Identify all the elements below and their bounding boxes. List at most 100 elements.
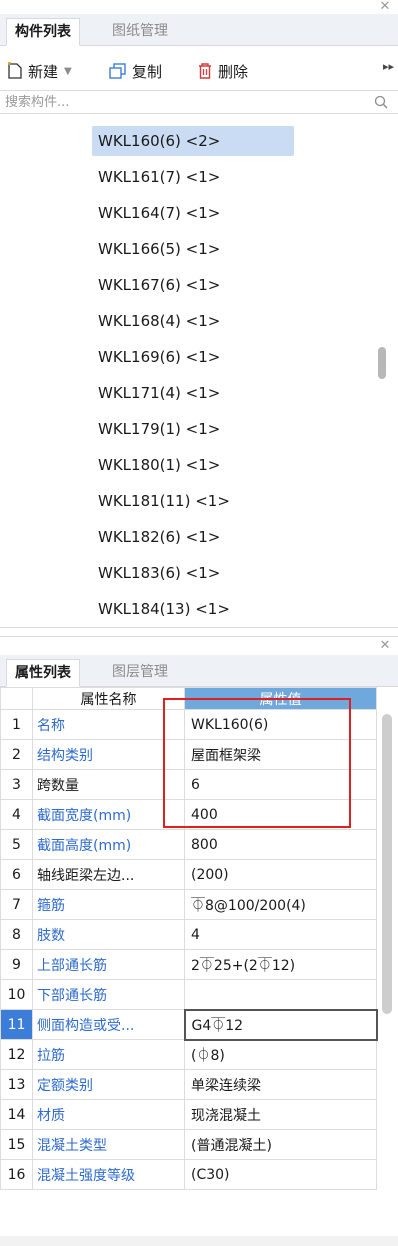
property-name: 截面高度(mm) <box>32 829 185 860</box>
table-row[interactable]: 13 定额类别 单梁连续梁 <box>0 1069 377 1100</box>
status-strip <box>0 1236 398 1246</box>
delete-button-label: 删除 <box>218 62 249 81</box>
row-number: 3 <box>0 769 33 800</box>
row-number: 13 <box>0 1069 33 1100</box>
property-name: 侧面构造或受... <box>32 1009 185 1040</box>
copy-button[interactable]: 复制 <box>108 58 162 84</box>
component-list: WKL160(6) <2> WKL161(7) <1> WKL164(7) <1… <box>0 118 398 626</box>
property-name: 轴线距梁左边... <box>32 859 185 890</box>
search-icon[interactable] <box>374 95 388 109</box>
property-name: 下部通长筋 <box>32 979 185 1010</box>
trash-icon <box>199 63 211 79</box>
close-icon[interactable]: ✕ <box>378 639 392 653</box>
table-row[interactable]: 10 下部通长筋 <box>0 979 377 1010</box>
property-value-editor[interactable]: G4⏁12 <box>183 1008 378 1041</box>
component-list-panel: ✕ 构件列表 图纸管理 新建 ▼ 复制 删除 ▸▸ 搜索构件... WKL160… <box>0 0 398 628</box>
property-value[interactable]: 现浇混凝土 <box>184 1099 377 1130</box>
table-row[interactable]: 16 混凝土强度等级 (C30) <box>0 1159 377 1190</box>
table-row[interactable]: 9 上部通长筋 2⏁25+(2⏁12) <box>0 949 377 980</box>
copy-button-label: 复制 <box>132 62 163 81</box>
table-row[interactable]: 5 截面高度(mm) 800 <box>0 829 377 860</box>
table-row[interactable]: 7 箍筋 ⏁8@100/200(4) <box>0 889 377 920</box>
property-value[interactable] <box>184 979 377 1010</box>
property-scrollbar[interactable] <box>382 714 392 1014</box>
property-value[interactable]: (C30) <box>184 1159 377 1190</box>
property-name: 混凝土强度等级 <box>32 1159 185 1190</box>
copy-icon <box>109 63 126 79</box>
property-name: 截面宽度(mm) <box>32 799 185 830</box>
row-number: 2 <box>0 739 33 770</box>
row-number: 15 <box>0 1129 33 1160</box>
list-item[interactable]: WKL166(5) <1> <box>92 234 226 264</box>
component-search <box>0 90 398 114</box>
row-number: 6 <box>0 859 33 890</box>
property-name-header: 属性名称 <box>32 687 185 710</box>
row-number: 9 <box>0 949 33 980</box>
row-number: 16 <box>0 1159 33 1190</box>
property-name: 结构类别 <box>32 739 185 770</box>
property-value[interactable]: 4 <box>184 919 377 950</box>
new-button[interactable]: 新建 ▼ <box>6 58 72 84</box>
list-item[interactable]: WKL184(13) <1> <box>92 594 236 624</box>
tab-property-list[interactable]: 属性列表 <box>6 659 80 687</box>
property-name: 跨数量 <box>32 769 185 800</box>
delete-button[interactable]: 删除 <box>196 58 248 84</box>
row-number: 4 <box>0 799 33 830</box>
property-name: 混凝土类型 <box>32 1129 185 1160</box>
list-item[interactable]: WKL167(6) <1> <box>92 270 226 300</box>
property-panel-tabs: 属性列表 图层管理 <box>0 655 398 687</box>
property-name: 上部通长筋 <box>32 949 185 980</box>
property-value[interactable]: (⏀8) <box>184 1039 377 1070</box>
property-value[interactable]: (普通混凝土) <box>184 1129 377 1160</box>
property-name: 肢数 <box>32 919 185 950</box>
property-name: 材质 <box>32 1099 185 1130</box>
tab-layer-management[interactable]: 图层管理 <box>104 659 176 687</box>
property-name: 拉筋 <box>32 1039 185 1070</box>
list-item[interactable]: WKL161(7) <1> <box>92 162 226 192</box>
row-number: 11 <box>0 1009 33 1040</box>
tab-component-list[interactable]: 构件列表 <box>6 18 80 46</box>
search-input[interactable] <box>0 91 370 113</box>
property-name: 名称 <box>32 709 185 740</box>
table-row[interactable]: 12 拉筋 (⏀8) <box>0 1039 377 1070</box>
list-item[interactable]: WKL168(4) <1> <box>92 306 226 336</box>
row-number: 14 <box>0 1099 33 1130</box>
row-number: 1 <box>0 709 33 740</box>
tab-drawing-management[interactable]: 图纸管理 <box>104 18 176 46</box>
row-number: 5 <box>0 829 33 860</box>
row-number: 7 <box>0 889 33 920</box>
list-item[interactable]: WKL164(7) <1> <box>92 198 226 228</box>
list-item[interactable]: WKL160(6) <2> <box>92 126 294 156</box>
table-row[interactable]: 11 侧面构造或受... G4⏁12 <box>0 1008 378 1041</box>
list-item[interactable]: WKL179(1) <1> <box>92 414 226 444</box>
property-value[interactable]: (200) <box>184 859 377 890</box>
component-toolbar: 新建 ▼ 复制 删除 <box>0 52 398 90</box>
list-scrollbar[interactable] <box>378 347 386 379</box>
list-item[interactable]: WKL181(11) <1> <box>92 486 236 516</box>
close-icon[interactable]: ✕ <box>378 0 392 14</box>
overflow-icon[interactable]: ▸▸ <box>383 60 394 73</box>
list-item[interactable]: WKL169(6) <1> <box>92 342 226 372</box>
row-number: 10 <box>0 979 33 1010</box>
new-button-label: 新建 <box>28 62 59 81</box>
row-number: 12 <box>0 1039 33 1070</box>
row-number-header <box>0 687 33 710</box>
chevron-down-icon[interactable]: ▼ <box>64 66 72 77</box>
table-row[interactable]: 14 材质 现浇混凝土 <box>0 1099 377 1130</box>
property-value[interactable]: 800 <box>184 829 377 860</box>
property-value[interactable]: 单梁连续梁 <box>184 1069 377 1100</box>
table-row[interactable]: 6 轴线距梁左边... (200) <box>0 859 377 890</box>
annotation-highlight-box <box>163 698 351 828</box>
table-row[interactable]: 15 混凝土类型 (普通混凝土) <box>0 1129 377 1160</box>
new-file-icon <box>8 62 22 79</box>
list-item[interactable]: WKL171(4) <1> <box>92 378 226 408</box>
list-item[interactable]: WKL183(6) <1> <box>92 558 226 588</box>
list-item[interactable]: WKL182(6) <1> <box>92 522 226 552</box>
row-number: 8 <box>0 919 33 950</box>
table-row[interactable]: 8 肢数 4 <box>0 919 377 950</box>
property-name: 定额类别 <box>32 1069 185 1100</box>
component-panel-tabs: 构件列表 图纸管理 <box>0 14 398 46</box>
property-value[interactable]: 2⏁25+(2⏁12) <box>184 949 377 980</box>
property-value[interactable]: ⏁8@100/200(4) <box>184 889 377 920</box>
list-item[interactable]: WKL180(1) <1> <box>92 450 226 480</box>
